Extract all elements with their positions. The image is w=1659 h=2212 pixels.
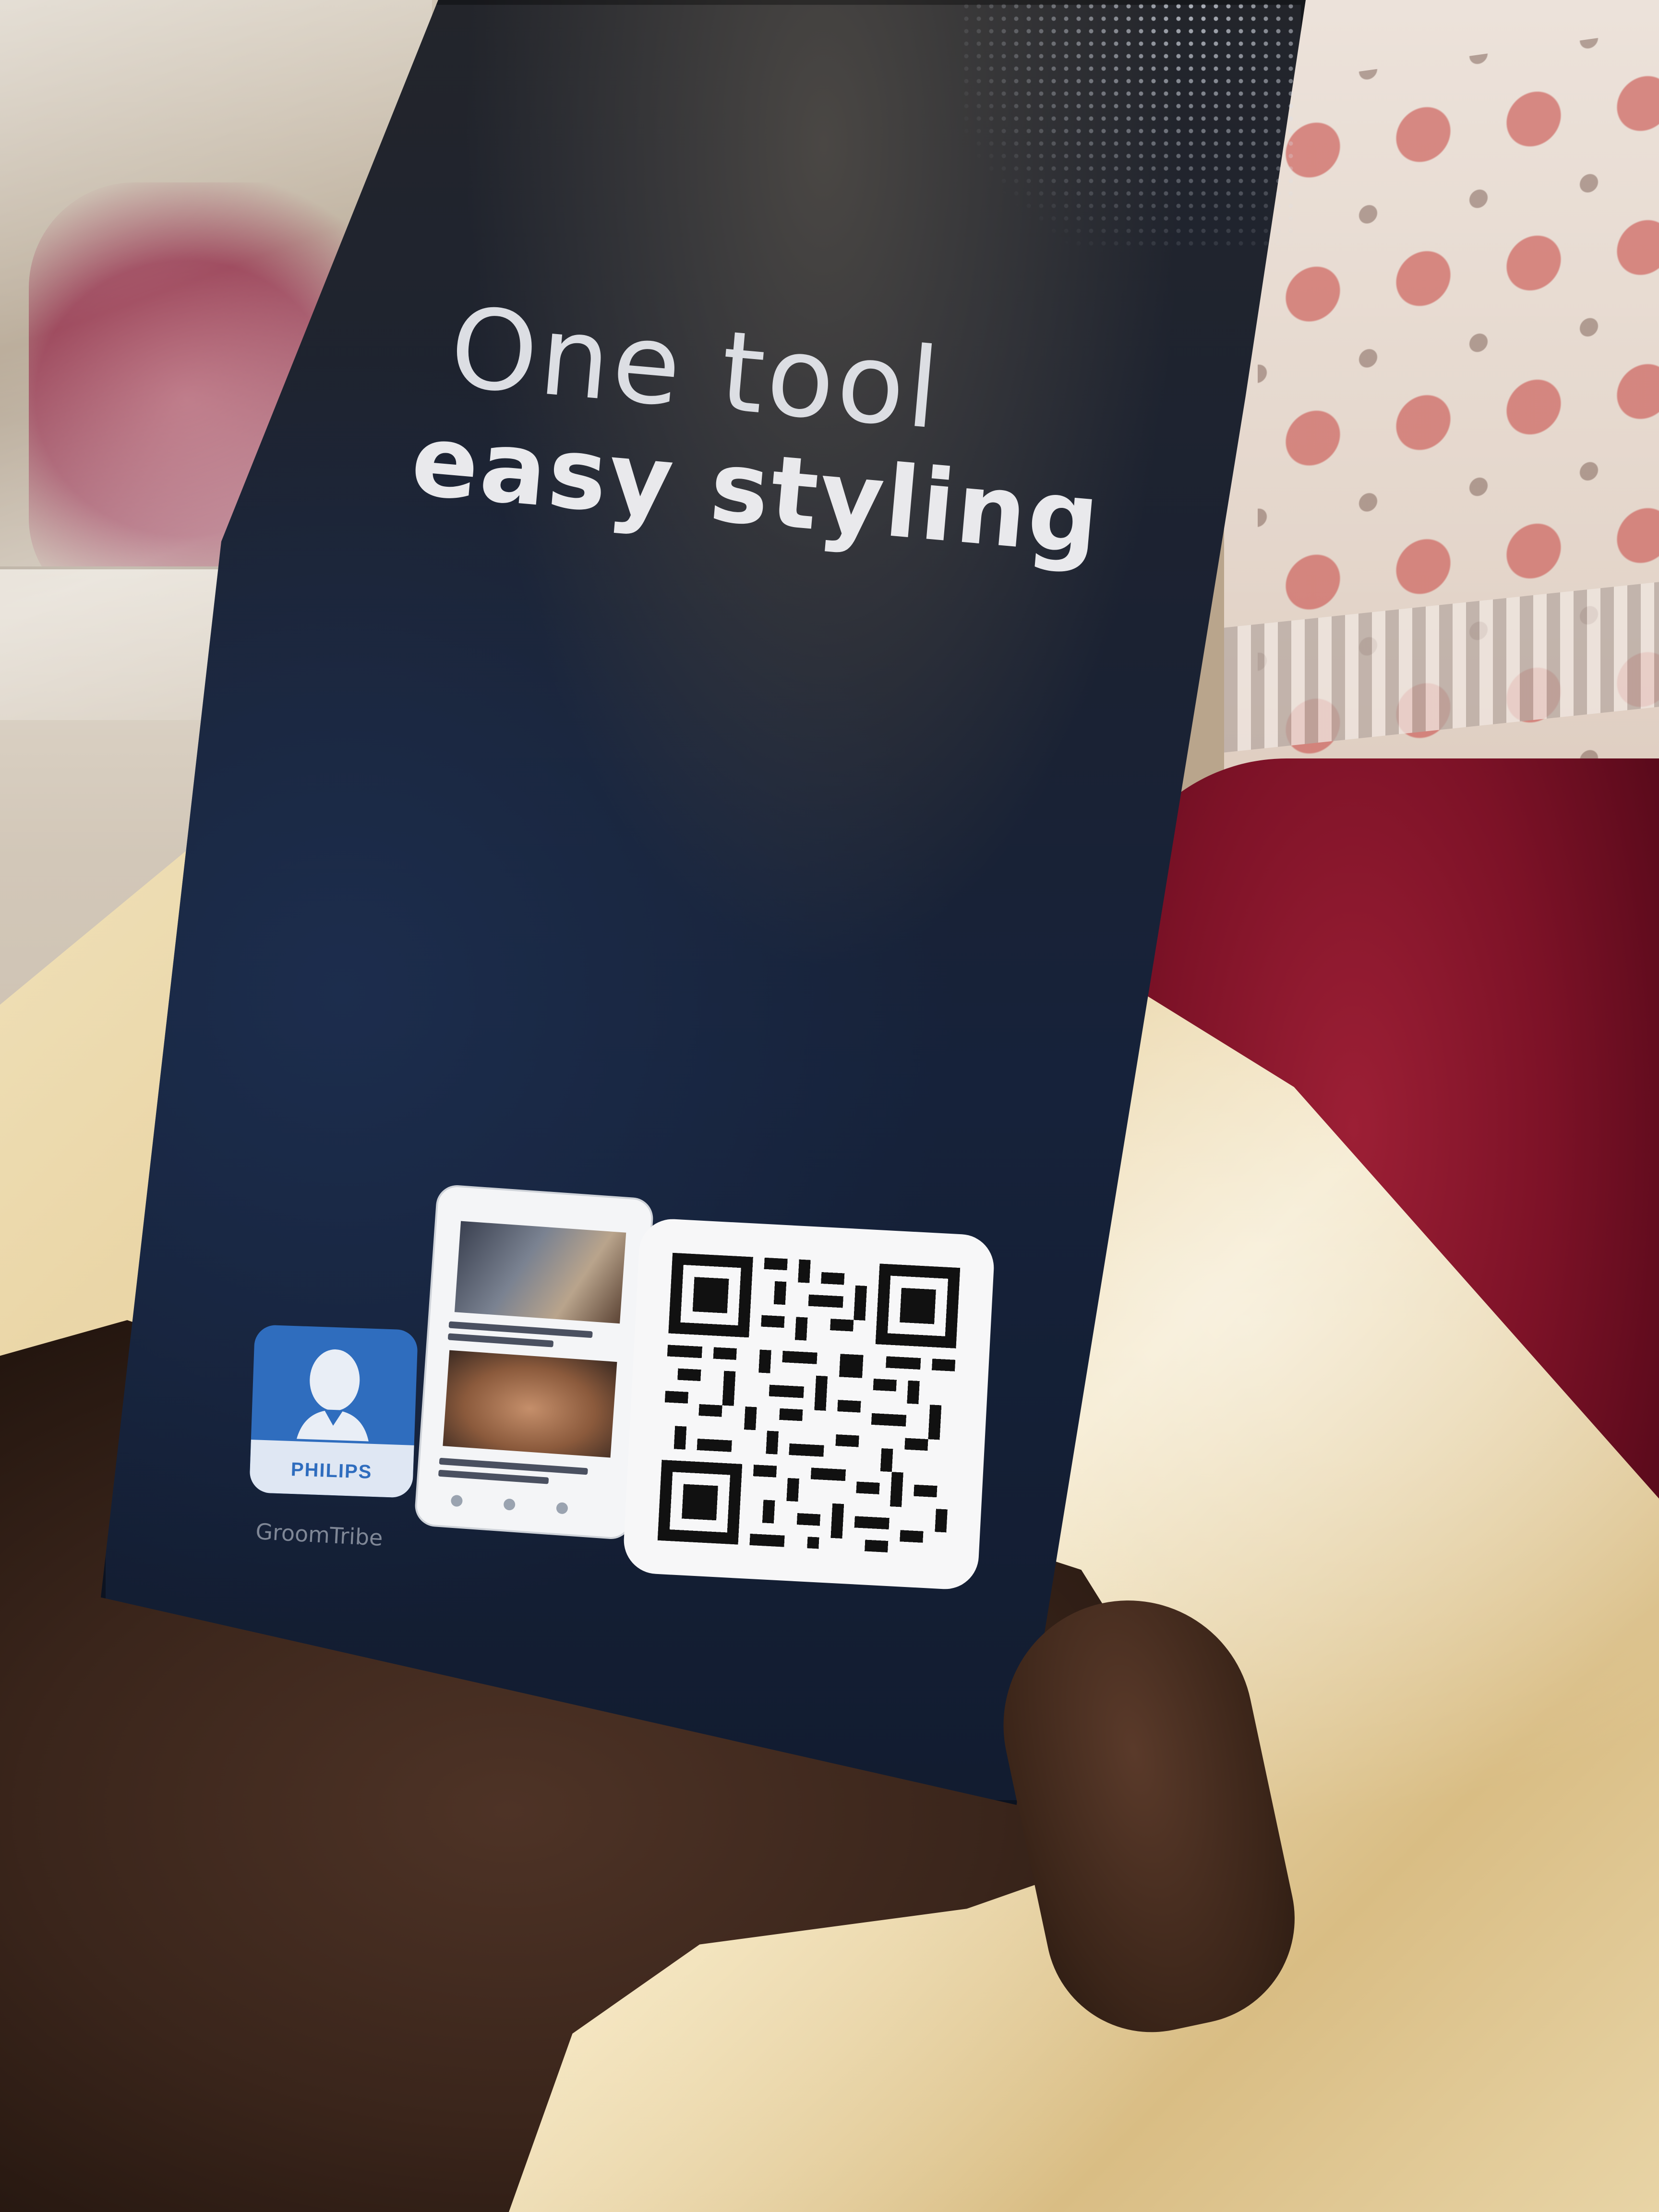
article-caption-1b: [447, 1333, 554, 1347]
qr-code-icon: [657, 1252, 961, 1553]
nav-dot-1: [450, 1494, 463, 1507]
nav-dot-2: [503, 1498, 516, 1511]
article-caption-2b: [438, 1469, 549, 1484]
article-image-2: [443, 1350, 617, 1458]
photo-scene: One tool easy styling PHILIPS GroomTribe: [0, 0, 1659, 2212]
app-screenshot: [415, 1186, 653, 1539]
qr-code: [622, 1217, 996, 1591]
article-image-1: [454, 1221, 626, 1324]
philips-app-icon: PHILIPS: [249, 1324, 419, 1498]
nav-dot-3: [556, 1502, 568, 1515]
